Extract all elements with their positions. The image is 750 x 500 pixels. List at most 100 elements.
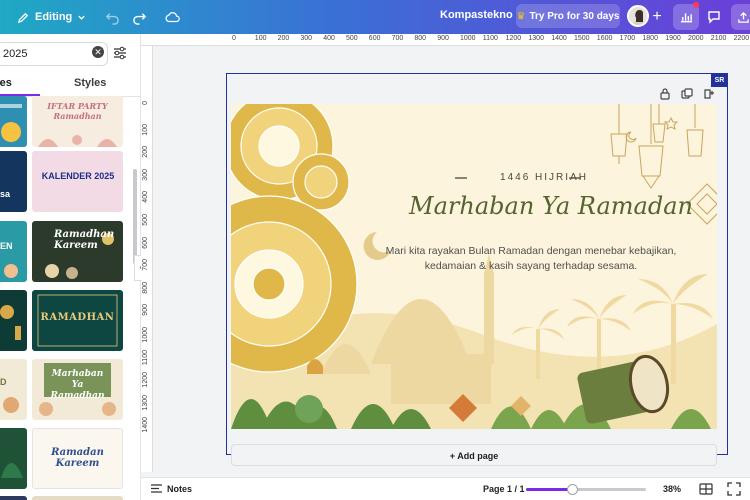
ruler-tick-label: 400 xyxy=(323,35,335,42)
ruler-tick-label: 0 xyxy=(232,35,236,42)
tab-styles[interactable]: Styles xyxy=(74,77,106,89)
template-thumb[interactable] xyxy=(0,496,27,500)
template-thumb[interactable]: EN xyxy=(0,221,27,282)
panel-tabs: tes Styles xyxy=(0,72,140,97)
lock-icon xyxy=(660,88,670,100)
document-title[interactable]: Kompastekno xyxy=(440,9,513,21)
template-thumb[interactable]: Ramadan Kareem xyxy=(32,428,123,489)
template-label: D xyxy=(0,377,7,387)
lock-page-button[interactable] xyxy=(659,87,673,101)
template-thumb[interactable] xyxy=(0,290,27,351)
notes-label: Notes xyxy=(167,483,193,494)
grid-view-button[interactable] xyxy=(699,482,713,496)
ruler-tick-label: 700 xyxy=(142,259,149,271)
duplicate-icon xyxy=(681,88,693,99)
notification-dot xyxy=(693,2,699,8)
ruler-tick-label: 1800 xyxy=(642,35,658,42)
template-label: KALENDER 2025 xyxy=(41,171,115,181)
save-status-button[interactable] xyxy=(162,4,184,30)
design-body-text: Mari kita rayakan Bulan Ramadan dengan m… xyxy=(385,245,677,272)
template-thumb[interactable]: D xyxy=(0,359,27,420)
template-label: Ramadhan Kareem xyxy=(54,229,115,251)
template-thumb[interactable]: KALENDER 2025 xyxy=(32,151,123,212)
ramadan-design-page[interactable]: 1446 HIJRIAH Marhaban Ya Ramadan Mari ki… xyxy=(231,104,717,429)
pencil-icon xyxy=(17,12,29,23)
template-label: IFTAR PARTY Ramadhan xyxy=(47,101,108,121)
template-art xyxy=(0,104,22,142)
notes-icon xyxy=(151,484,162,493)
ruler-tick-label: 500 xyxy=(142,214,149,226)
ruler-tick-label: 100 xyxy=(142,123,149,136)
template-art xyxy=(4,264,18,278)
template-thumb[interactable]: RAMADHAN xyxy=(32,290,123,351)
template-label: sa xyxy=(0,189,11,199)
avatar[interactable] xyxy=(627,5,649,27)
user-photo-icon xyxy=(632,10,646,25)
ruler-tick-label: 200 xyxy=(142,146,149,158)
crown-icon: ♛ xyxy=(516,10,526,22)
page-indicator[interactable]: Page 1 / 1 xyxy=(483,484,525,494)
ruler-tick-label: 800 xyxy=(142,281,149,294)
ruler-tick-label: 300 xyxy=(142,168,149,181)
comments-button[interactable] xyxy=(702,4,726,30)
template-label: EN xyxy=(0,241,13,251)
redo-button[interactable] xyxy=(128,4,150,30)
ruler-tick-label: 1300 xyxy=(528,35,544,42)
ruler-tick-label: 1400 xyxy=(551,35,567,42)
ruler-tick-label: 1200 xyxy=(142,372,149,388)
gold-mandala xyxy=(231,104,358,373)
ruler-vertical: 0 100 200 300 400 500 600 700 800 900 1000 1100 1200… xyxy=(141,46,153,472)
grid-view-icon xyxy=(699,483,713,495)
ruler-tick-label: 1900 xyxy=(665,35,681,42)
hijri-year-text: 1446 HIJRIAH xyxy=(500,172,588,183)
filter-button[interactable] xyxy=(112,45,128,61)
clear-search-icon[interactable]: ✕ xyxy=(92,46,104,58)
ruler-tick-label: 800 xyxy=(414,35,427,42)
template-thumb[interactable]: sa xyxy=(0,151,27,212)
search-value: 2025 xyxy=(3,48,28,60)
template-thumb[interactable]: Marhaban Ya Ramadhan xyxy=(32,359,123,420)
ruler-tick-label: 100 xyxy=(254,35,267,42)
ruler-tick-label: 1300 xyxy=(142,394,149,411)
notes-button[interactable]: Notes xyxy=(150,483,192,494)
ruler-tick-label: 1200 xyxy=(505,35,522,42)
tab-templates[interactable]: tes xyxy=(0,77,12,89)
ruler-tick-label: 900 xyxy=(142,304,149,317)
cloud-check-icon xyxy=(165,12,180,23)
template-thumb[interactable] xyxy=(0,96,27,147)
fullscreen-button[interactable] xyxy=(727,482,741,496)
add-collaborator-button[interactable]: + xyxy=(648,4,666,30)
template-thumb[interactable] xyxy=(0,428,27,489)
templates-panel: 2025 ✕ tes Styles sa EN D IFTAR PARTY Ra… xyxy=(0,34,141,500)
add-page-icon-button[interactable] xyxy=(703,87,717,101)
ruler-tick-label: 900 xyxy=(437,35,449,42)
filter-sliders-icon xyxy=(114,46,126,60)
design-title: Marhaban Ya Ramadan xyxy=(409,192,693,220)
editing-mode-dropdown[interactable]: Editing xyxy=(17,4,86,30)
zoom-slider[interactable] xyxy=(526,484,646,495)
template-thumb[interactable] xyxy=(32,496,123,500)
template-art xyxy=(1,463,23,478)
ruler-tick-label: 200 xyxy=(277,35,290,42)
duplicate-page-button[interactable] xyxy=(681,87,695,101)
ruler-tick-label: 400 xyxy=(142,191,149,204)
share-button[interactable] xyxy=(731,4,750,30)
zoom-level[interactable]: 38% xyxy=(663,484,681,494)
plus-icon: + xyxy=(652,8,662,25)
add-page-button[interactable]: + Add page xyxy=(231,444,717,466)
template-thumb[interactable]: Ramadhan Kareem xyxy=(32,221,123,282)
zoom-slider-handle[interactable] xyxy=(566,484,578,495)
bottom-toolbar: Notes Page 1 / 1 38% xyxy=(141,477,750,500)
panel-scrollbar[interactable] xyxy=(133,169,137,264)
ruler-tick-label: 1500 xyxy=(574,35,590,42)
try-pro-button[interactable]: ♛ Try Pro for 30 days xyxy=(516,4,620,28)
template-thumb[interactable]: IFTAR PARTY Ramadhan xyxy=(32,96,123,147)
zoom-slider-fill xyxy=(526,488,572,491)
add-page-icon xyxy=(704,89,714,99)
ruler-tick-label: 1000 xyxy=(142,327,149,343)
ruler-tick-label: 300 xyxy=(300,35,313,42)
undo-button[interactable] xyxy=(101,4,123,30)
ruler-tick-label: 2100 xyxy=(710,35,727,42)
top-toolbar: Editing Kompastekno ♛ Try Pro for 30 day… xyxy=(0,0,750,34)
bar-chart-icon xyxy=(680,13,692,23)
